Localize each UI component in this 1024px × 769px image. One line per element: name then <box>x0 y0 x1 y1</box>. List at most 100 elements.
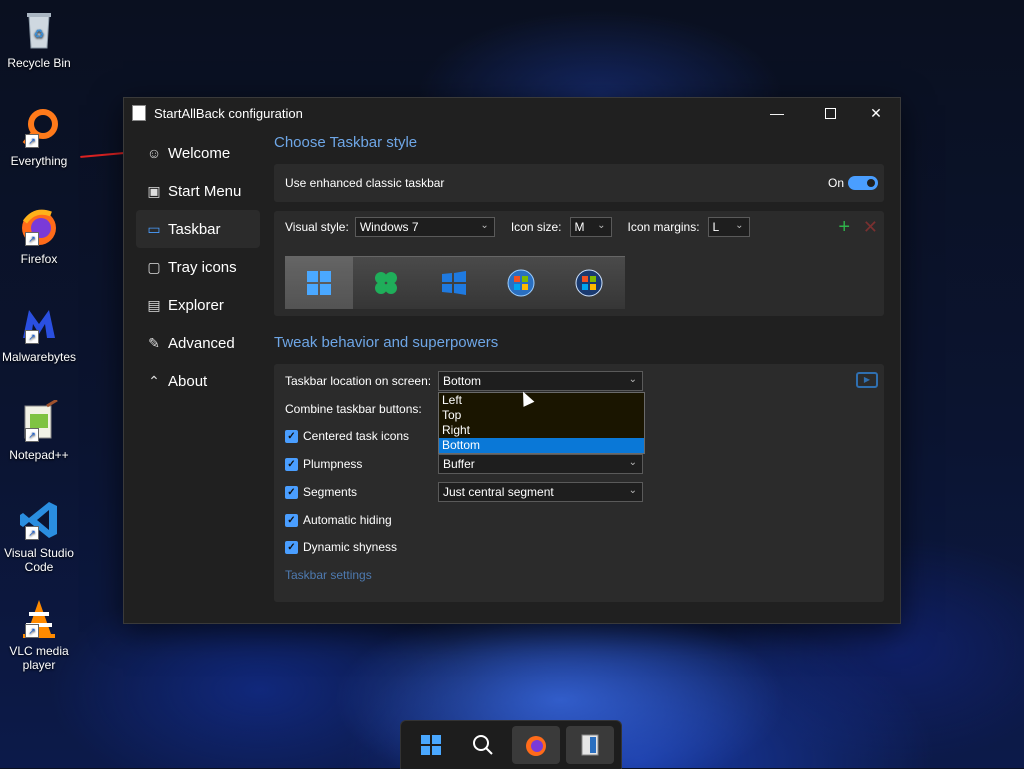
sidebar-item-taskbar[interactable]: ▭ Taskbar <box>136 210 260 248</box>
dropdown-option-left[interactable]: Left <box>439 393 644 408</box>
desktop-icon-vscode[interactable]: ↗ Visual Studio Code <box>0 498 78 574</box>
location-label: Taskbar location on screen: <box>285 374 432 388</box>
shyness-row[interactable]: ✓ Dynamic shyness <box>285 537 397 557</box>
close-icon: ✕ <box>870 104 882 121</box>
centered-icons-row[interactable]: ✓ Centered task icons <box>285 426 409 446</box>
desktop-icon-vlc[interactable]: ↗ VLC media player <box>0 596 78 672</box>
sidebar-nav: ☺ Welcome ▣ Start Menu ▭ Taskbar ▢ Tray … <box>136 134 260 400</box>
autohide-row[interactable]: ✓ Automatic hiding <box>285 510 392 530</box>
icon-margins-select[interactable]: L ⌄ <box>707 217 750 237</box>
tray-icon: ▢ <box>147 258 161 275</box>
taskbar <box>400 720 622 769</box>
remove-style-button[interactable]: ✕ <box>863 217 878 237</box>
icon-margins-label: Icon margins: <box>627 220 700 234</box>
sidebar-item-label: About <box>168 372 208 390</box>
chevron-down-icon: ⌄ <box>480 220 489 231</box>
desktop-icon-label: Everything <box>10 154 68 168</box>
icon-size-select[interactable]: M ⌄ <box>569 217 612 237</box>
desktop-icon-label: VLC media player <box>9 644 69 672</box>
search-icon <box>473 735 493 755</box>
taskbar-firefox-button[interactable] <box>512 726 560 764</box>
add-style-button[interactable]: + <box>838 217 850 237</box>
chevron-down-icon: ⌄ <box>735 220 744 231</box>
chevron-down-icon: ⌄ <box>597 220 606 231</box>
vscode-icon: ↗ <box>17 498 61 542</box>
config-window: StartAllBack configuration — ✕ ☺ Welcome… <box>123 97 901 624</box>
desktop-icon-notepad-plus-plus[interactable]: ↗ Notepad++ <box>0 398 78 462</box>
sidebar-item-label: Welcome <box>168 144 231 162</box>
everything-search-icon: ↗ <box>17 106 61 150</box>
window-title: StartAllBack configuration <box>154 105 303 121</box>
red-stroke <box>79 152 125 158</box>
desktop-icon-firefox[interactable]: ↗ Firefox <box>0 204 78 266</box>
segments-select[interactable]: Just central segment ⌄ <box>438 482 643 502</box>
sidebar-item-about[interactable]: ⌃ About <box>136 362 260 400</box>
desktop-icon-everything[interactable]: ↗ Everything <box>0 106 78 168</box>
firefox-icon <box>526 736 546 756</box>
visual-style-select[interactable]: Windows 7 ⌄ <box>354 217 495 237</box>
desktop-icon-label: Malwarebytes <box>1 350 77 364</box>
windows-10-logo-icon <box>442 271 466 295</box>
location-dropdown-list: Left Top Right Bottom <box>438 392 645 454</box>
windows-11-logo-icon <box>307 271 331 295</box>
maximize-button[interactable] <box>807 98 853 128</box>
plumpness-label: Plumpness <box>303 457 363 471</box>
sidebar-item-advanced[interactable]: ✎ Advanced <box>136 324 260 362</box>
chevron-down-icon: ⌄ <box>628 457 637 468</box>
sidebar-item-label: Tray icons <box>168 258 237 276</box>
start-button[interactable] <box>407 726 455 764</box>
info-icon: ⌃ <box>148 372 160 389</box>
chevron-down-icon: ⌄ <box>628 485 637 496</box>
desktop-icon-label: Recycle Bin <box>7 56 71 70</box>
video-play-icon[interactable]: ▶ <box>856 372 878 388</box>
desktop-icon-malwarebytes[interactable]: ↗ Malwarebytes <box>0 302 78 364</box>
dropdown-option-right[interactable]: Right <box>439 423 644 438</box>
minimize-button[interactable]: — <box>754 98 800 128</box>
toggle-state-label: On <box>827 176 844 190</box>
sidebar-item-label: Explorer <box>168 296 224 314</box>
plumpness-row[interactable]: ✓ Plumpness <box>285 454 362 474</box>
centered-icons-label: Centered task icons <box>303 429 410 443</box>
taskbar-style-preview[interactable] <box>285 256 625 309</box>
title-bar[interactable]: StartAllBack configuration — ✕ <box>124 98 900 128</box>
sidebar-item-explorer[interactable]: ▤ Explorer <box>136 286 260 324</box>
dropdown-option-bottom[interactable]: Bottom <box>439 438 644 453</box>
icon-size-label: Icon size: <box>510 220 562 234</box>
combine-row: Combine taskbar buttons: <box>285 399 422 419</box>
svg-text:♻: ♻ <box>34 27 45 41</box>
shortcut-arrow-icon: ↗ <box>25 428 39 442</box>
shyness-checkbox[interactable]: ✓ <box>285 540 298 554</box>
shortcut-arrow-icon: ↗ <box>25 624 39 638</box>
sidebar-item-start-menu[interactable]: ▣ Start Menu <box>136 172 260 210</box>
plumpness-value: Buffer <box>443 457 475 471</box>
sidebar-item-tray-icons[interactable]: ▢ Tray icons <box>136 248 260 286</box>
sidebar-item-label: Taskbar <box>168 220 221 238</box>
taskbar-startallback-button[interactable] <box>566 726 614 764</box>
close-button[interactable]: ✕ <box>853 98 899 128</box>
desktop-icon-recycle-bin[interactable]: ♻ Recycle Bin <box>0 8 78 70</box>
segments-row[interactable]: ✓ Segments <box>285 482 357 502</box>
sidebar-item-welcome[interactable]: ☺ Welcome <box>136 134 260 172</box>
visual-style-panel: Visual style: Windows 7 ⌄ Icon size: M ⌄… <box>274 211 884 316</box>
content-pane: Choose Taskbar style Use enhanced classi… <box>274 134 884 602</box>
plumpness-checkbox[interactable]: ✓ <box>285 457 298 471</box>
plumpness-select[interactable]: Buffer ⌄ <box>438 454 643 474</box>
shortcut-arrow-icon: ↗ <box>25 526 39 540</box>
icon-size-value: M <box>574 220 585 234</box>
vlc-icon: ↗ <box>17 596 61 640</box>
location-select[interactable]: Bottom ⌄ <box>438 371 643 391</box>
dropdown-option-top[interactable]: Top <box>439 408 644 423</box>
combine-label: Combine taskbar buttons: <box>285 402 422 416</box>
visual-style-value: Windows 7 <box>359 220 419 234</box>
windows-7-orb-icon <box>507 269 535 297</box>
autohide-checkbox[interactable]: ✓ <box>285 513 298 527</box>
windows-vista-orb-icon <box>575 269 603 297</box>
recycle-bin-icon: ♻ <box>17 8 61 52</box>
segments-value: Just central segment <box>443 485 554 499</box>
taskbar-settings-link[interactable]: Taskbar settings <box>285 568 372 582</box>
segments-checkbox[interactable]: ✓ <box>285 485 298 499</box>
notepad-plus-plus-icon: ↗ <box>17 398 61 444</box>
centered-icons-checkbox[interactable]: ✓ <box>285 429 298 443</box>
search-button[interactable] <box>459 726 507 764</box>
enhanced-taskbar-toggle[interactable] <box>848 176 878 190</box>
